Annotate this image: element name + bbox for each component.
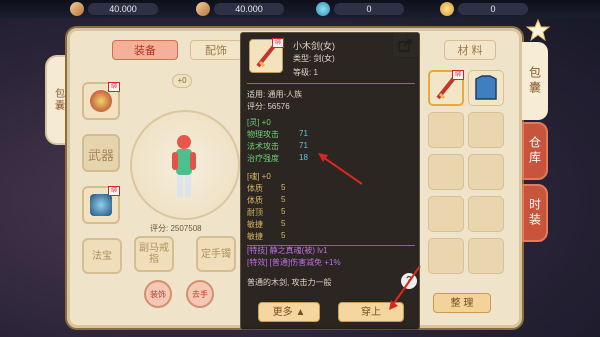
annotation-arrows [318,153,421,310]
game-screen: 40.000 40.000 0 0 包囊 装备 配饰 材 料 +0 绑 武器 绑… [0,0,600,337]
